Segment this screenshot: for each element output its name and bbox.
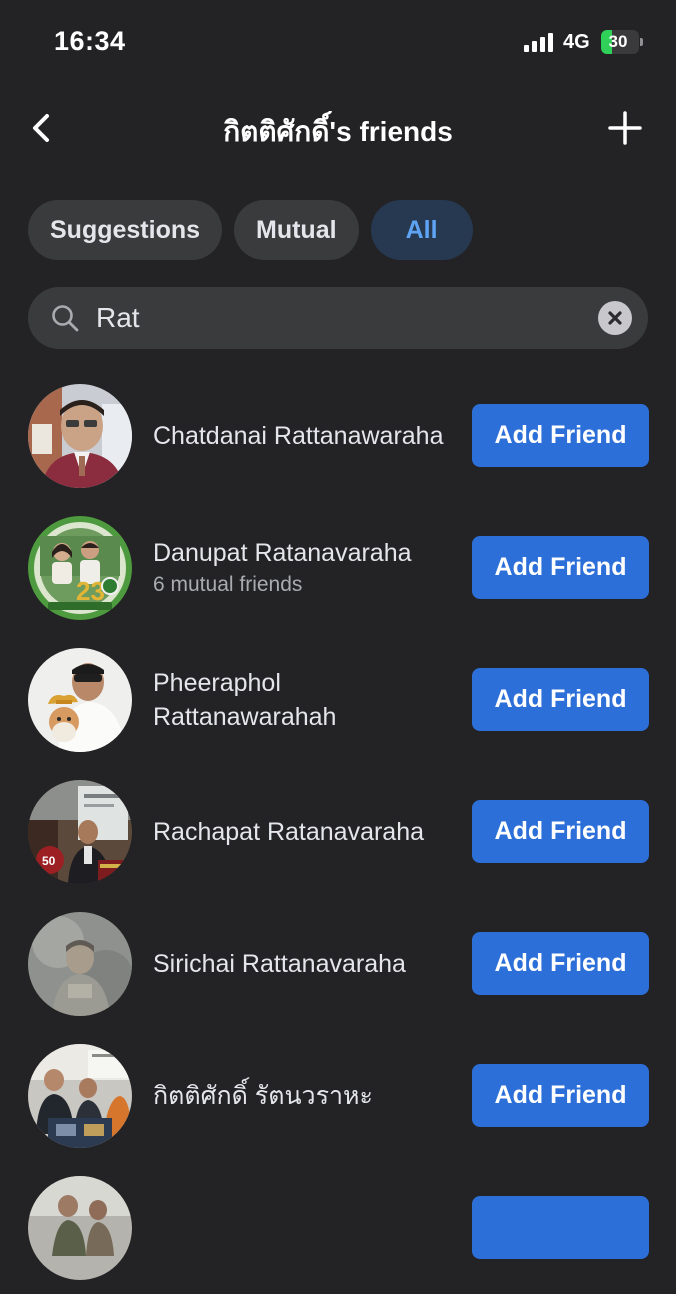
- add-friend-button[interactable]: Add Friend: [472, 800, 649, 863]
- add-friend-button[interactable]: Add Friend: [472, 536, 649, 599]
- friend-info[interactable]: Pheeraphol Rattanawarahah: [153, 634, 458, 766]
- friend-info[interactable]: Chatdanai Rattanawaraha: [153, 370, 458, 502]
- add-friend-button[interactable]: [472, 1196, 649, 1259]
- add-button[interactable]: [603, 106, 647, 150]
- friend-name[interactable]: Danupat Ratanavaraha: [153, 536, 458, 570]
- friend-name[interactable]: Pheeraphol Rattanawarahah: [153, 666, 458, 734]
- chevron-left-icon: [33, 114, 49, 142]
- page-title: กิตติศักดิ์'s friends: [223, 116, 453, 147]
- mutual-friends-count: 6 mutual friends: [153, 573, 303, 596]
- list-item[interactable]: Pheeraphol Rattanawarahah Add Friend: [0, 634, 676, 766]
- nav-bar: กิตติศักดิ์'s friends: [0, 88, 676, 168]
- list-item[interactable]: Chatdanai Rattanawaraha Add Friend: [0, 370, 676, 502]
- avatar[interactable]: [28, 648, 132, 752]
- network-type: 4G: [563, 31, 590, 53]
- svg-text:50: 50: [42, 854, 56, 868]
- back-button[interactable]: [20, 106, 64, 150]
- friend-name[interactable]: กิตติศักดิ์ รัตนวราหะ: [153, 1079, 458, 1113]
- search-input[interactable]: [96, 287, 586, 349]
- search-icon: [52, 305, 79, 332]
- list-item[interactable]: [0, 1162, 676, 1294]
- signal-icon: [524, 32, 556, 52]
- close-icon: [608, 311, 622, 325]
- add-friend-button[interactable]: Add Friend: [472, 668, 649, 731]
- battery-level: 30: [608, 32, 628, 51]
- avatar[interactable]: [28, 912, 132, 1016]
- friend-name[interactable]: Rachapat Ratanavaraha: [153, 815, 458, 849]
- search-bar: [28, 287, 648, 349]
- list-item[interactable]: 50 Rachapat Ratanavaraha Add Friend: [0, 766, 676, 898]
- friend-info[interactable]: กิตติศักดิ์ รัตนวราหะ: [153, 1030, 458, 1162]
- svg-text:23: 23: [76, 576, 105, 606]
- avatar[interactable]: [28, 384, 132, 488]
- status-time: 16:34: [54, 26, 126, 56]
- avatar[interactable]: [28, 1044, 132, 1148]
- avatar[interactable]: 23: [28, 516, 132, 620]
- friend-info[interactable]: Sirichai Rattanavaraha: [153, 898, 458, 1030]
- tab-mutual[interactable]: Mutual: [234, 200, 359, 260]
- avatar[interactable]: [28, 1176, 132, 1280]
- list-item[interactable]: 23 Danupat Ratanavaraha 6 mutual friends…: [0, 502, 676, 634]
- list-item[interactable]: Sirichai Rattanavaraha Add Friend: [0, 898, 676, 1030]
- tab-all[interactable]: All: [370, 200, 473, 260]
- tab-suggestions[interactable]: Suggestions: [28, 200, 223, 260]
- filter-tabs: Suggestions Mutual All: [28, 200, 473, 260]
- friend-name[interactable]: Chatdanai Rattanawaraha: [153, 419, 458, 453]
- friend-info[interactable]: Danupat Ratanavaraha 6 mutual friends: [153, 502, 458, 634]
- list-item[interactable]: กิตติศักดิ์ รัตนวราหะ Add Friend: [0, 1030, 676, 1162]
- plus-icon: [608, 111, 642, 145]
- add-friend-button[interactable]: Add Friend: [472, 1064, 649, 1127]
- add-friend-button[interactable]: Add Friend: [472, 404, 649, 467]
- add-friend-button[interactable]: Add Friend: [472, 932, 649, 995]
- avatar[interactable]: 50: [28, 780, 132, 884]
- battery-icon: 30: [601, 30, 645, 54]
- friend-name[interactable]: Sirichai Rattanavaraha: [153, 947, 458, 981]
- clear-search-button[interactable]: [598, 301, 632, 335]
- friend-info[interactable]: Rachapat Ratanavaraha: [153, 766, 458, 898]
- status-bar: 16:34 4G 30: [0, 0, 676, 88]
